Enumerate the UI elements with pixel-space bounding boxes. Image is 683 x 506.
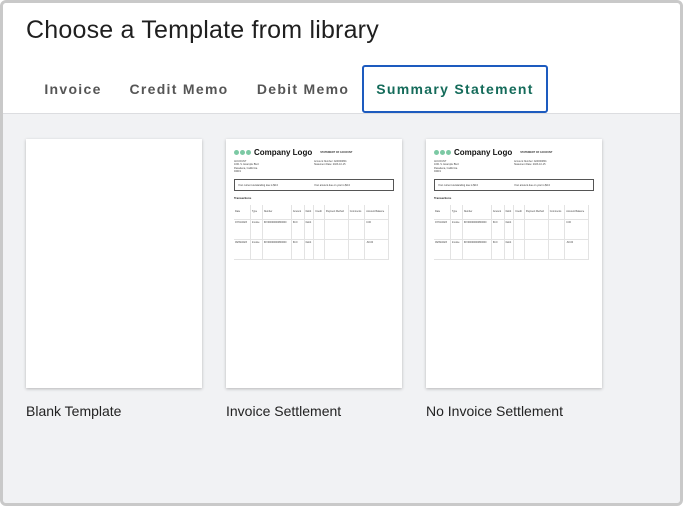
cell xyxy=(324,239,349,260)
column-header: Type xyxy=(450,205,463,220)
company-logo: Company Logo xyxy=(454,148,513,157)
cell xyxy=(548,219,566,240)
template-card-invoice-settlement[interactable]: Company Logo STATEMENT OF ACCOUNT ACCOUN… xyxy=(226,139,402,388)
statement-date: Statement Date: 2023-10-15 xyxy=(514,163,546,167)
balance-due-text: Your current outstanding due is $0.0 xyxy=(438,183,479,187)
dialog-header: Choose a Template from library Invoice C… xyxy=(3,3,680,114)
cell: Debit xyxy=(304,239,315,260)
cell xyxy=(524,219,549,240)
column-header: Account Balance xyxy=(564,205,589,220)
table-row: 07/01/2023 Invoice INV00000000800000 60.… xyxy=(434,219,589,240)
column-header: Date xyxy=(234,205,251,220)
table-row: 07/01/2023 Invoice INV00000000800000 60.… xyxy=(234,219,389,240)
cell xyxy=(313,239,325,260)
column-header: Debit xyxy=(504,205,515,220)
cell: -60.00 xyxy=(364,239,389,260)
amount-due-text: Your amount due on your is $0.0 xyxy=(514,183,551,187)
column-header: Payment Method xyxy=(524,205,549,220)
column-header: Credit xyxy=(513,205,525,220)
template-type-tabs: Invoice Credit Memo Debit Memo Summary S… xyxy=(3,65,680,115)
amount-due-text: Your amount due on your is $0.0 xyxy=(314,183,351,187)
cell xyxy=(348,219,366,240)
cell xyxy=(324,219,349,240)
table-row: 09/09/2023 Invoice INV00000000800000 60.… xyxy=(234,239,389,260)
cell: 07/01/2023 xyxy=(434,219,451,240)
balance-box: Your current outstanding due is $0.0 You… xyxy=(234,179,394,192)
column-header: Date xyxy=(434,205,451,220)
column-header: Amount xyxy=(491,205,505,220)
template-label-blank: Blank Template xyxy=(26,403,122,419)
transactions-heading: Transactions xyxy=(234,196,252,201)
transactions-heading: Transactions xyxy=(434,196,452,201)
statement-date: Statement Date: 2023-10-15 xyxy=(314,163,346,167)
company-line: 94019 xyxy=(234,169,241,173)
cell xyxy=(524,239,549,260)
cell: INV00000000800000 xyxy=(462,239,492,260)
column-header: Comments xyxy=(348,205,366,220)
template-gallery: Blank Template Company Logo STATEMENT OF… xyxy=(3,115,680,503)
column-header: Payment Method xyxy=(324,205,349,220)
cell: INV00000000800000 xyxy=(262,219,292,240)
tab-invoice[interactable]: Invoice xyxy=(31,65,115,113)
template-label-no-invoice-settlement: No Invoice Settlement xyxy=(426,403,563,419)
cell: 0.00 xyxy=(364,219,389,240)
template-preview: Company Logo STATEMENT OF ACCOUNT ACCOUN… xyxy=(434,148,594,260)
cell: 0.00 xyxy=(564,219,589,240)
statement-heading: STATEMENT OF ACCOUNT xyxy=(520,151,553,154)
company-line: 94019 xyxy=(434,169,441,173)
cell: 60.0 xyxy=(491,219,505,240)
statement-heading: STATEMENT OF ACCOUNT xyxy=(320,151,353,154)
column-header: Account Balance xyxy=(364,205,389,220)
company-logo: Company Logo xyxy=(254,148,313,157)
column-header: Number xyxy=(262,205,292,220)
cell: Debit xyxy=(504,219,515,240)
balance-due-text: Your current outstanding due is $0.0 xyxy=(238,183,279,187)
template-preview: Company Logo STATEMENT OF ACCOUNT ACCOUN… xyxy=(234,148,394,260)
cell: Debit xyxy=(504,239,515,260)
cell: Debit xyxy=(304,219,315,240)
cell: 09/09/2023 xyxy=(234,239,251,260)
column-header: Type xyxy=(250,205,263,220)
cell: Invoice xyxy=(250,219,263,240)
template-card-blank[interactable] xyxy=(26,139,202,388)
transactions-table: Date Type Number Amount Debit Credit Pay… xyxy=(434,205,589,260)
cell: Invoice xyxy=(450,239,463,260)
cell xyxy=(348,239,366,260)
cell xyxy=(313,219,325,240)
cell: INV00000000800000 xyxy=(462,219,492,240)
column-header: Comments xyxy=(548,205,566,220)
tab-debit-memo[interactable]: Debit Memo xyxy=(249,65,357,113)
column-header: Credit xyxy=(313,205,325,220)
logo-dots-icon xyxy=(234,150,251,155)
cell: 60.0 xyxy=(491,239,505,260)
logo-dots-icon xyxy=(434,150,451,155)
template-library-dialog: Choose a Template from library Invoice C… xyxy=(0,0,683,506)
column-header: Number xyxy=(462,205,492,220)
transactions-table: Date Type Number Amount Debit Credit Pay… xyxy=(234,205,389,260)
cell: INV00000000800000 xyxy=(262,239,292,260)
cell xyxy=(513,239,525,260)
cell: 60.0 xyxy=(291,219,305,240)
cell: 60.0 xyxy=(291,239,305,260)
cell: -60.00 xyxy=(564,239,589,260)
tab-credit-memo[interactable]: Credit Memo xyxy=(123,65,235,113)
template-label-invoice-settlement: Invoice Settlement xyxy=(226,403,342,419)
column-header: Amount xyxy=(291,205,305,220)
cell xyxy=(513,219,525,240)
column-header: Debit xyxy=(304,205,315,220)
tab-summary-statement[interactable]: Summary Statement xyxy=(362,65,548,113)
balance-box: Your current outstanding due is $0.0 You… xyxy=(434,179,594,192)
template-card-no-invoice-settlement[interactable]: Company Logo STATEMENT OF ACCOUNT ACCOUN… xyxy=(426,139,602,388)
table-row: 09/09/2023 Invoice INV00000000800000 60.… xyxy=(434,239,589,260)
cell: 09/09/2023 xyxy=(434,239,451,260)
cell: Invoice xyxy=(250,239,263,260)
cell: 07/01/2023 xyxy=(234,219,251,240)
cell xyxy=(548,239,566,260)
dialog-title: Choose a Template from library xyxy=(26,16,379,44)
cell: Invoice xyxy=(450,219,463,240)
